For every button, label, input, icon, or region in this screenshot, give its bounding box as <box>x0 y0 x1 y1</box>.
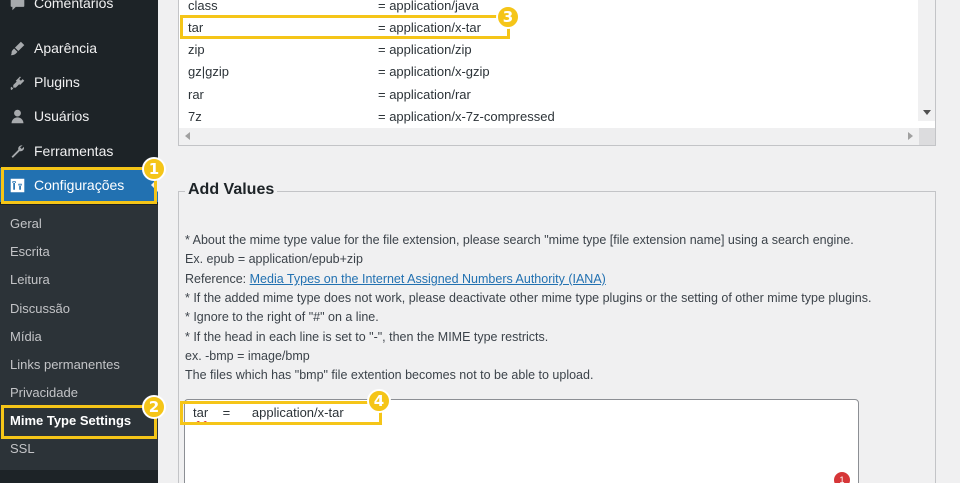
horizontal-scrollbar[interactable] <box>179 128 935 145</box>
menu-item-ferramentas[interactable]: Ferramentas <box>0 134 158 168</box>
menu-label: Aparência <box>34 40 98 56</box>
mime-value: = application/java <box>378 0 479 13</box>
submenu-item-leitura[interactable]: Leitura <box>10 268 50 290</box>
note-line: ex. -bmp = image/bmp <box>185 349 310 363</box>
mime-ext: rar <box>188 86 204 102</box>
reference-line: Reference: Media Types on the Internet A… <box>185 272 606 286</box>
menu-label: Comentários <box>34 0 114 11</box>
submenu-item-ssl[interactable]: SSL <box>10 437 35 459</box>
menu-item-plugins[interactable]: Plugins <box>0 65 158 99</box>
mime-value: = application/rar <box>378 86 471 102</box>
note-line: * If the added mime type does not work, … <box>185 291 872 305</box>
notification-badge: 1 <box>834 472 850 483</box>
note-line: * Ignore to the right of "#" on a line. <box>185 310 379 324</box>
mime-ext: 7z <box>188 108 202 124</box>
note-line: Ex. epub = application/epub+zip <box>185 252 363 266</box>
iana-link[interactable]: Media Types on the Internet Assigned Num… <box>250 272 606 286</box>
scroll-right-arrow-icon[interactable] <box>908 132 913 140</box>
mime-value: = application/zip <box>378 41 472 57</box>
submenu-item-midia[interactable]: Mídia <box>10 325 42 347</box>
submenu-item-discussao[interactable]: Discussão <box>10 297 70 319</box>
mime-ext: gz|gzip <box>188 63 229 79</box>
highlight-box-tar-entry <box>180 401 382 425</box>
mime-ext: class <box>188 0 218 13</box>
list-item: class = application/java <box>188 0 479 16</box>
list-item: 7z = application/x-7z-compressed <box>188 105 555 127</box>
scroll-left-arrow-icon[interactable] <box>185 132 190 140</box>
menu-label: Plugins <box>34 74 80 90</box>
scrollbar-corner <box>919 128 935 145</box>
menu-label: Ferramentas <box>34 143 114 159</box>
scroll-down-arrow-icon[interactable] <box>923 110 931 115</box>
sidebar-bottom <box>0 470 158 483</box>
highlight-box-mime-type-settings <box>1 405 157 439</box>
callout-badge-3: 3 <box>496 5 520 29</box>
submenu-item-geral[interactable]: Geral <box>10 212 42 234</box>
submenu-item-privacidade[interactable]: Privacidade <box>10 381 78 403</box>
mime-ext: zip <box>188 41 205 57</box>
wrench-icon <box>8 142 26 160</box>
menu-label: Usuários <box>34 108 90 124</box>
note-line: The files which has "bmp" file extention… <box>185 368 594 382</box>
callout-badge-4: 4 <box>367 389 391 413</box>
list-item: zip = application/zip <box>188 38 472 60</box>
submenu-item-escrita[interactable]: Escrita <box>10 240 50 262</box>
highlight-box-tar-row <box>180 15 510 39</box>
highlight-box-configuracoes <box>1 167 157 204</box>
mime-value: = application/x-7z-compressed <box>378 108 555 124</box>
comment-icon <box>8 0 26 12</box>
mime-value: = application/x-gzip <box>378 63 490 79</box>
menu-item-usuarios[interactable]: Usuários <box>0 99 158 133</box>
callout-badge-2: 2 <box>142 395 166 419</box>
note-line: * About the mime type value for the file… <box>185 233 854 247</box>
menu-item-aparencia[interactable]: Aparência <box>0 31 158 65</box>
vertical-scrollbar[interactable] <box>918 0 935 121</box>
callout-badge-1: 1 <box>142 157 166 181</box>
plugin-icon <box>8 73 26 91</box>
menu-item-comentarios[interactable]: Comentários <box>0 0 158 20</box>
submenu-item-links-permanentes[interactable]: Links permanentes <box>10 353 120 375</box>
add-values-legend: Add Values <box>185 181 278 199</box>
list-item: gz|gzip = application/x-gzip <box>188 60 490 82</box>
brush-icon <box>8 39 26 57</box>
list-item: rar = application/rar <box>188 83 471 105</box>
reference-prefix: Reference: <box>185 272 250 286</box>
users-icon <box>8 107 26 125</box>
note-line: * If the head in each line is set to "-"… <box>185 330 549 344</box>
